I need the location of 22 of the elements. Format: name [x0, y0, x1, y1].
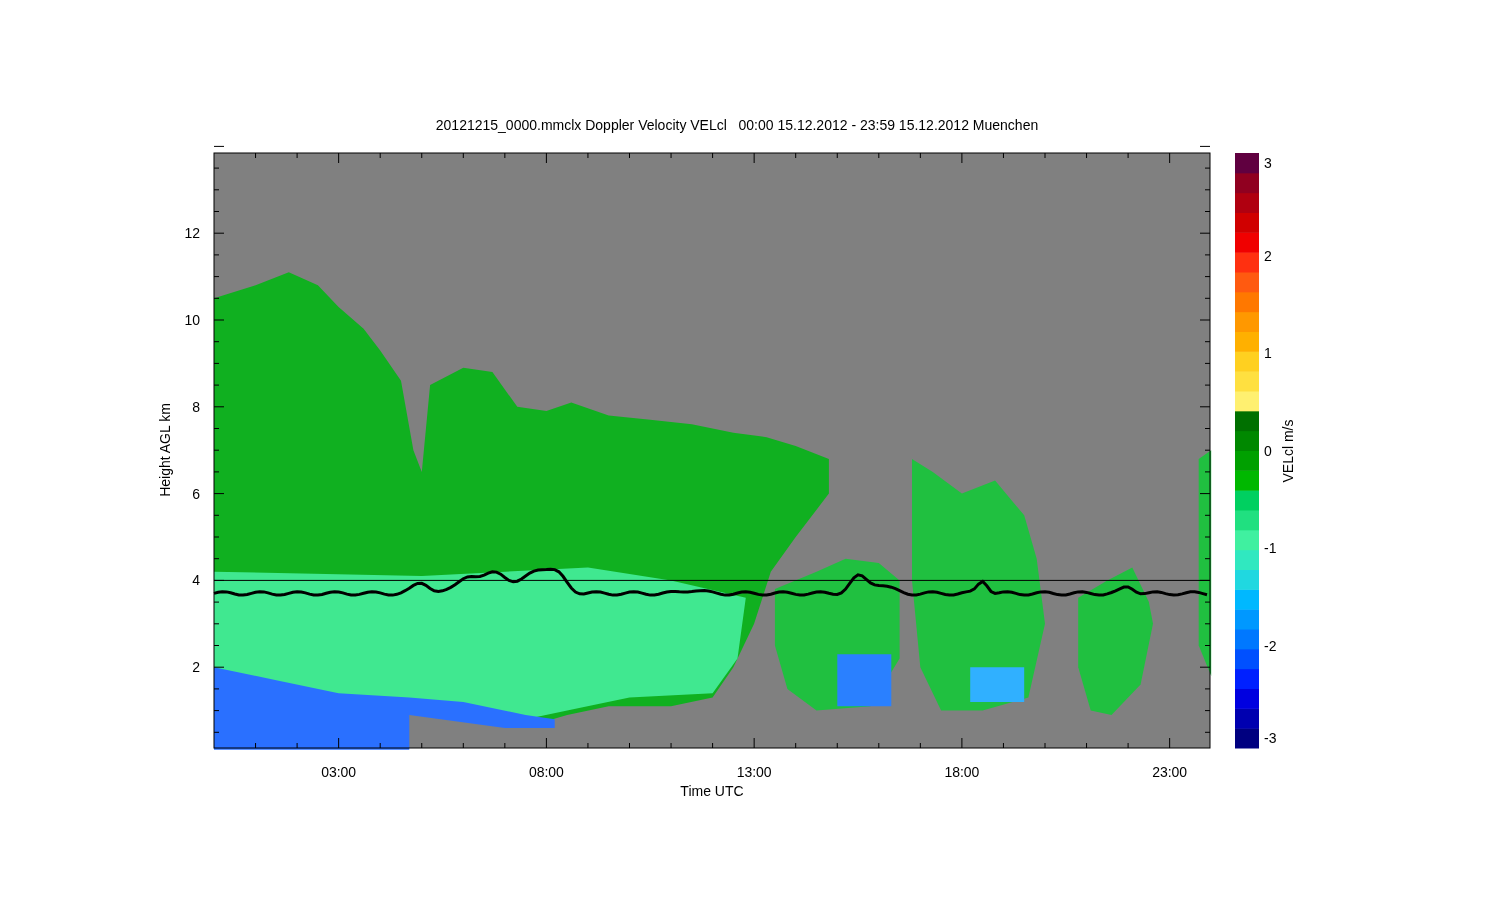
colorbar-tick-label: -2 — [1264, 637, 1277, 654]
colorbar-tick-label: -3 — [1264, 730, 1277, 746]
x-tick-label: 08:00 — [528, 764, 564, 780]
y-axis-label: Height AGL km — [157, 403, 173, 497]
y-tick-label: 4 — [192, 572, 200, 589]
colorbar-label: VELcl m/s — [1280, 419, 1296, 483]
y-tick-label: 12 — [184, 225, 200, 242]
colorbar-tick-label: 3 — [1264, 155, 1272, 171]
x-tick-label: 03:00 — [321, 764, 357, 780]
y-tick-label: 2 — [192, 659, 200, 676]
y-tick-label: 8 — [192, 398, 200, 415]
x-tick-label: 13:00 — [736, 764, 772, 780]
colorbar-tick-label: -1 — [1264, 540, 1277, 556]
y-tick-label: 10 — [184, 312, 200, 328]
x-tick-label: 23:00 — [1152, 764, 1188, 780]
colorbar-tick-label: 0 — [1264, 442, 1272, 459]
colorbar-tick-label: 2 — [1264, 247, 1272, 264]
x-tick-label: 18:00 — [944, 764, 980, 780]
x-axis-label: Time UTC — [680, 783, 744, 799]
colorbar-tick-label: 1 — [1264, 345, 1272, 361]
chart-title: 20121215_0000.mmclx Doppler Velocity VELcl 00:00 15.12.2012 - 23:59 15.12.2012 Muenchen — [435, 117, 1039, 133]
y-tick-label: 6 — [192, 485, 200, 502]
